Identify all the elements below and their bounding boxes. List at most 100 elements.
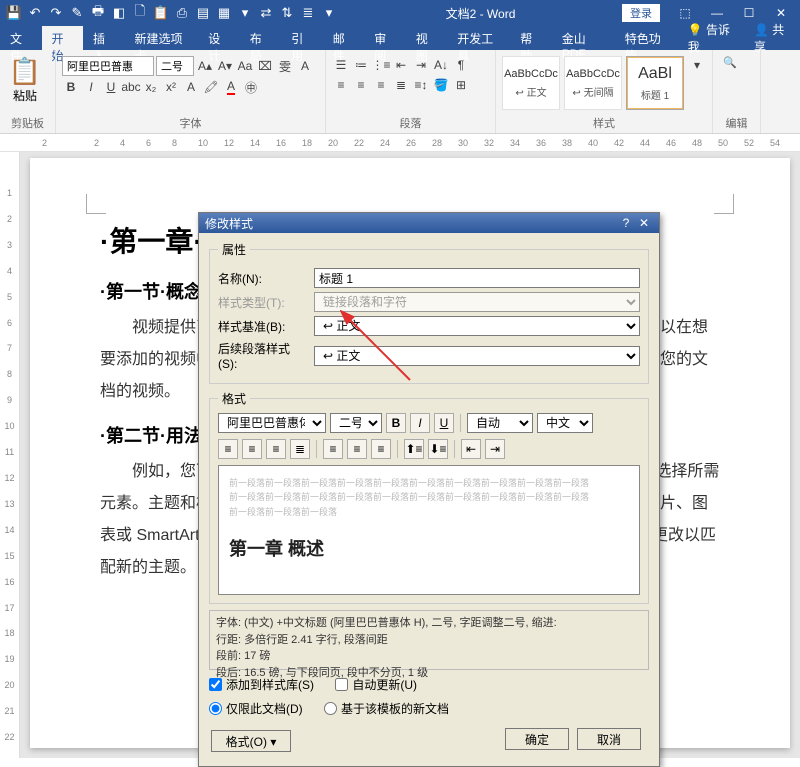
tab-insert[interactable]: 插入 (83, 26, 125, 50)
align-left-icon[interactable]: ≡ (218, 439, 238, 459)
font-size-combo[interactable]: 二号 (156, 56, 194, 76)
tab-mail[interactable]: 邮件 (323, 26, 365, 50)
ok-button[interactable]: 确定 (505, 728, 569, 750)
tab-view[interactable]: 视图 (406, 26, 448, 50)
increase-indent-icon[interactable]: ⇥ (412, 56, 430, 74)
font-name-combo[interactable]: 阿里巴巴普惠 (62, 56, 154, 76)
format-font-select[interactable]: 阿里巴巴普惠体 (218, 413, 326, 433)
bullets-icon[interactable]: ☰ (332, 56, 350, 74)
subscript-icon[interactable]: x₂ (142, 78, 160, 96)
paste-button[interactable]: 📋 粘贴 (6, 56, 44, 104)
space-before-icon[interactable]: ⬆≡ (404, 439, 424, 459)
login-button[interactable]: 登录 (622, 4, 660, 22)
close-icon[interactable]: ✕ (635, 216, 653, 230)
strike-icon[interactable]: abc (122, 78, 140, 96)
qat-icon[interactable]: ✎ (67, 3, 87, 23)
text-effects-icon[interactable]: A (182, 78, 200, 96)
format-lang-select[interactable]: 中文 (537, 413, 593, 433)
undo-icon[interactable]: ↶ (25, 3, 45, 23)
phonetic-icon[interactable]: 雯 (276, 57, 294, 75)
qat-icon[interactable]: ⇅ (277, 3, 297, 23)
font-color-icon[interactable]: A (222, 78, 240, 96)
horizontal-ruler[interactable]: 2246810121416182022242628303234363840424… (0, 134, 800, 152)
qat-icon[interactable]: ⇄ (256, 3, 276, 23)
indent-left-icon[interactable]: ⇤ (461, 439, 481, 459)
add-to-library-checkbox[interactable]: 添加到样式库(S) (209, 676, 314, 693)
align-center-icon[interactable]: ≡ (242, 439, 262, 459)
align-right-icon[interactable]: ≡ (266, 439, 286, 459)
auto-update-checkbox[interactable]: 自动更新(U) (335, 676, 417, 693)
style-heading1[interactable]: AaBl 标题 1 (626, 56, 684, 110)
tab-home[interactable]: 开始 (42, 26, 84, 50)
char-border-icon[interactable]: A (296, 57, 314, 75)
find-button[interactable]: 🔍 (723, 56, 737, 69)
qat-icon[interactable]: ▾ (319, 3, 339, 23)
align-left-icon[interactable]: ≡ (332, 76, 350, 94)
qat-icon[interactable]: ▤ (193, 3, 213, 23)
indent-right-icon[interactable]: ⇥ (485, 439, 505, 459)
name-input[interactable] (314, 268, 640, 288)
shrink-font-icon[interactable]: A▾ (216, 57, 234, 75)
qat-icon[interactable]: ▦ (214, 3, 234, 23)
align-center-icon[interactable]: ≡ (352, 76, 370, 94)
qat-icon[interactable]: ▾ (235, 3, 255, 23)
spacing1-icon[interactable]: ≡ (323, 439, 343, 459)
bold-icon[interactable]: B (386, 413, 406, 433)
format-color-select[interactable]: 自动 (467, 413, 533, 433)
underline-icon[interactable]: U (102, 78, 120, 96)
this-doc-radio[interactable]: 仅限此文档(D) (209, 700, 303, 717)
tab-review[interactable]: 审阅 (364, 26, 406, 50)
format-size-select[interactable]: 二号 (330, 413, 382, 433)
redo-icon[interactable]: ↷ (46, 3, 66, 23)
italic-icon[interactable]: I (82, 78, 100, 96)
sort-icon[interactable]: A↓ (432, 56, 450, 74)
multilevel-icon[interactable]: ⋮≡ (372, 56, 390, 74)
spacing15-icon[interactable]: ≡ (347, 439, 367, 459)
style-normal[interactable]: AaBbCcDc ↩ 正文 (502, 56, 560, 110)
borders-icon[interactable]: ⊞ (452, 76, 470, 94)
numbering-icon[interactable]: ≔ (352, 56, 370, 74)
decrease-indent-icon[interactable]: ⇤ (392, 56, 410, 74)
tab-special[interactable]: 特色功能 (615, 26, 678, 50)
superscript-icon[interactable]: x² (162, 78, 180, 96)
next-style-select[interactable]: ↩ 正文 (314, 346, 640, 366)
tab-pdf[interactable]: 金山PDF (552, 26, 615, 50)
highlight-icon[interactable]: 🖍 (202, 78, 220, 96)
align-right-icon[interactable]: ≡ (372, 76, 390, 94)
tab-design[interactable]: 设计 (198, 26, 240, 50)
dialog-titlebar[interactable]: 修改样式 ? ✕ (199, 213, 659, 233)
tab-references[interactable]: 引用 (281, 26, 323, 50)
qat-icon[interactable]: ⎙ (172, 3, 192, 23)
show-marks-icon[interactable]: ¶ (452, 56, 470, 74)
tab-layout[interactable]: 布局 (240, 26, 282, 50)
clear-format-icon[interactable]: ⌧ (256, 57, 274, 75)
enclose-icon[interactable]: ㊥ (242, 78, 260, 96)
save-icon[interactable]: 💾 (4, 3, 24, 23)
tab-developer[interactable]: 开发工具 (447, 26, 510, 50)
bold-icon[interactable]: B (62, 78, 80, 96)
shading-icon[interactable]: 🪣 (432, 76, 450, 94)
grow-font-icon[interactable]: A▴ (196, 57, 214, 75)
space-after-icon[interactable]: ⬇≡ (428, 439, 448, 459)
spacing2-icon[interactable]: ≡ (371, 439, 391, 459)
format-dropdown-button[interactable]: 格式(O) ▾ (211, 730, 291, 752)
change-case-icon[interactable]: Aa (236, 57, 254, 75)
qat-icon[interactable]: ≣ (298, 3, 318, 23)
tab-newtab[interactable]: 新建选项卡 (125, 26, 199, 50)
vertical-ruler[interactable]: 12345678910111213141516171819202122 (0, 152, 20, 758)
qat-icon[interactable]: 📋 (151, 3, 171, 23)
justify-icon[interactable]: ≣ (392, 76, 410, 94)
line-spacing-icon[interactable]: ≡↕ (412, 76, 430, 94)
tab-file[interactable]: 文件 (0, 26, 42, 50)
cancel-button[interactable]: 取消 (577, 728, 641, 750)
template-radio[interactable]: 基于该模板的新文档 (324, 700, 449, 717)
italic-icon[interactable]: I (410, 413, 430, 433)
styles-more-icon[interactable]: ▾ (688, 56, 706, 74)
justify-icon[interactable]: ≣ (290, 439, 310, 459)
qat-icon[interactable]: ◧ (109, 3, 129, 23)
tab-help[interactable]: 帮助 (510, 26, 552, 50)
underline-icon[interactable]: U (434, 413, 454, 433)
help-icon[interactable]: ? (617, 216, 635, 230)
qat-icon[interactable]: 🖶 (88, 3, 108, 23)
style-nospacing[interactable]: AaBbCcDc ↩ 无间隔 (564, 56, 622, 110)
